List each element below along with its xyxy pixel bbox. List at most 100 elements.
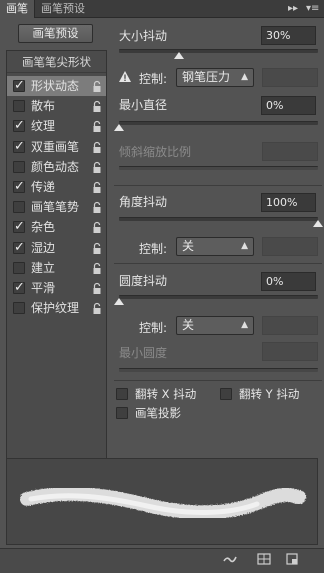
check-icon: ✓ [14,219,25,235]
brush-setting-item[interactable]: ✓ 湿边 [7,238,106,258]
new-brush-icon[interactable] [285,552,299,566]
setting-label: 杂色 [31,220,56,235]
setting-checkbox[interactable]: ✓ [13,219,25,234]
brush-setting-item[interactable]: ✓ 纹理 [7,116,106,136]
setting-checkbox[interactable]: ✓ [13,118,25,133]
setting-label: 画笔笔势 [31,200,80,215]
setting-checkbox[interactable] [13,160,25,173]
flip-x-label: 翻转 X 抖动 [135,387,197,401]
brush-setting-item[interactable]: 颜色动态 [7,157,106,177]
min-diameter-slider-thumb[interactable] [114,124,124,131]
setting-checkbox[interactable] [13,100,25,113]
size-jitter-slider-thumb[interactable] [173,52,184,59]
lock-icon[interactable] [92,200,102,214]
roundness-jitter-value[interactable]: 0% [261,272,316,291]
brush-presets-button[interactable]: 画笔预设 [18,24,93,43]
check-icon: ✓ [14,138,25,154]
setting-label: 平滑 [31,281,56,295]
control-select-2[interactable]: 关 ▲ [176,237,254,256]
brush-setting-item[interactable]: ✓ 形状动态 [7,76,106,96]
brush-tip-shape-item[interactable]: 画笔笔尖形状 [7,51,106,73]
toggle-live-tip-brush-preview-icon[interactable] [223,552,237,566]
setting-label: 散布 [31,99,56,114]
divider [114,380,322,381]
flip-y-checkbox[interactable] [220,388,232,400]
grid-icon[interactable] [257,552,271,566]
brush-setting-item[interactable]: 散布 [7,96,106,116]
setting-label: 形状动态 [31,79,80,93]
lock-icon[interactable] [92,140,102,153]
tilt-scale-label: 倾斜缩放比例 [119,145,192,159]
divider [114,185,322,186]
brush-projection-checkbox[interactable] [116,407,128,419]
setting-checkbox[interactable] [13,302,25,315]
lock-icon[interactable] [92,79,102,92]
angle-jitter-slider[interactable] [119,217,318,221]
bottom-toolbar [0,548,324,573]
size-jitter-value[interactable]: 30% [261,26,316,45]
lock-icon[interactable] [92,301,102,315]
lock-icon[interactable] [92,261,102,274]
setting-label: 传递 [31,180,56,194]
lock-icon[interactable] [92,180,102,193]
lock-icon[interactable] [92,220,102,234]
chevron-down-icon: ▲ [241,241,248,251]
check-icon: ✓ [14,78,25,93]
setting-checkbox[interactable]: ✓ [13,179,25,194]
warning-icon [119,71,131,82]
brush-stroke-preview [6,458,318,545]
check-icon: ✓ [14,239,25,255]
brush-projection-label: 画笔投影 [135,406,181,420]
lock-icon[interactable] [92,281,102,294]
tab-brush-presets[interactable]: 画笔预设 [34,0,104,18]
size-jitter-slider[interactable] [119,49,318,53]
tilt-scale-value [262,142,318,161]
lock-icon[interactable] [92,99,102,113]
brush-setting-item[interactable]: ✓ 杂色 [7,217,106,237]
control-label-1: 控制: [139,72,168,86]
min-roundness-value [262,342,318,361]
setting-checkbox[interactable] [13,261,25,274]
chevron-down-icon: ▲ [241,320,248,330]
setting-label: 双重画笔 [31,139,80,154]
brush-setting-item[interactable]: 建立 [7,258,106,278]
min-diameter-value[interactable]: 0% [261,96,316,115]
brush-setting-item[interactable]: 保护纹理 [7,298,106,318]
check-icon: ✓ [14,280,25,295]
setting-checkbox[interactable]: ✓ [13,280,25,295]
brush-settings-list: 画笔笔尖形状 ✓ 形状动态散布 ✓ 纹理 ✓ 双重画笔颜色动态 ✓ 传递画笔笔势 ✓ 杂色 ✓ 湿边建… [6,50,107,474]
size-jitter-label: 大小抖动 [119,29,168,43]
flip-x-checkbox[interactable] [116,388,128,400]
setting-checkbox[interactable]: ✓ [13,139,25,154]
control-1-extra-field [262,68,318,87]
setting-label: 纹理 [31,119,56,134]
setting-label: 颜色动态 [31,159,80,174]
roundness-jitter-slider-thumb[interactable] [114,298,124,305]
divider [114,263,322,264]
brush-setting-item[interactable]: ✓ 双重画笔 [7,137,106,157]
setting-checkbox[interactable]: ✓ [13,240,25,255]
control-select-1[interactable]: 钢笔压力 ▲ [176,68,254,87]
lock-icon[interactable] [92,160,102,173]
tab-brush[interactable]: 画笔 [0,0,34,18]
lock-icon[interactable] [92,119,102,133]
control-select-3-value: 关 [182,318,195,332]
angle-jitter-value[interactable]: 100% [261,193,316,212]
setting-checkbox[interactable]: ✓ [13,78,25,93]
min-diameter-label: 最小直径 [119,98,168,112]
brush-setting-item[interactable]: ✓ 平滑 [7,278,106,298]
angle-jitter-slider-thumb[interactable] [313,220,323,227]
setting-checkbox[interactable] [13,201,25,214]
control-select-3[interactable]: 关 ▲ [176,316,254,335]
brush-setting-item[interactable]: ✓ 传递 [7,177,106,197]
brush-panel: 画笔 画笔预设 ▸▸ ▾≡ 画笔预设 画笔笔尖形状 ✓ 形状动态散布 ✓ 纹理 ✓ 双重画… [0,0,324,573]
lock-icon[interactable] [92,241,102,254]
min-diameter-slider[interactable] [119,121,318,125]
roundness-jitter-slider[interactable] [119,295,318,299]
brush-setting-item[interactable]: 画笔笔势 [7,197,106,217]
collapse-icon[interactable]: ▸▸ [288,0,298,18]
panel-menu-icon[interactable]: ▾≡ [306,0,319,18]
stroke-preview-graphic [20,486,306,520]
angle-jitter-label: 角度抖动 [119,195,168,209]
check-icon: ✓ [14,179,25,194]
